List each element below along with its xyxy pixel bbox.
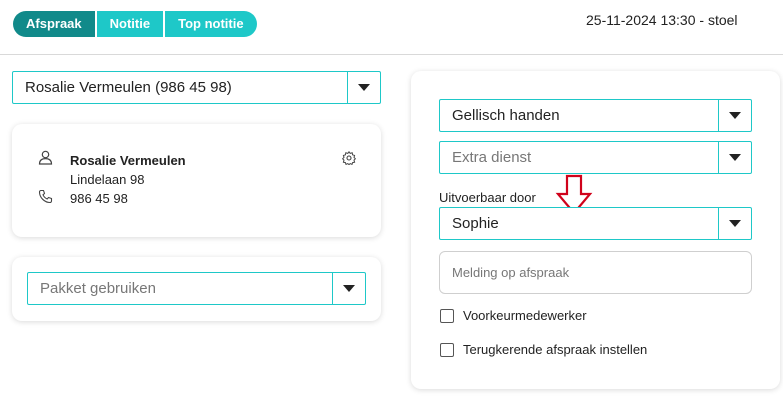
client-street: Lindelaan 98: [70, 172, 145, 187]
preferred-employee-label: Voorkeurmedewerker: [463, 308, 587, 323]
appointment-datetime: 25-11-2024 13:30 - stoel: [586, 12, 738, 28]
chevron-down-icon: [729, 154, 741, 161]
client-name: Rosalie Vermeulen: [70, 153, 186, 168]
preferred-employee-checkbox[interactable]: [440, 309, 454, 323]
tab-afspraak[interactable]: Afspraak: [13, 11, 95, 37]
client-select[interactable]: Rosalie Vermeulen (986 45 98): [12, 71, 381, 104]
client-select-toggle[interactable]: [348, 72, 380, 103]
package-select-placeholder: Pakket gebruiken: [40, 280, 156, 297]
gear-icon[interactable]: [342, 151, 356, 165]
package-select[interactable]: Pakket gebruiken: [27, 272, 366, 305]
tab-top-notitie[interactable]: Top notitie: [165, 11, 257, 37]
header-bar: Afspraak Notitie Top notitie 25-11-2024 …: [0, 0, 783, 55]
performed-by-label: Uitvoerbaar door: [439, 190, 536, 205]
recurring-appointment-label: Terugkerende afspraak instellen: [463, 342, 648, 357]
chevron-down-icon: [358, 84, 370, 91]
chevron-down-icon: [729, 112, 741, 119]
client-card: [12, 124, 381, 237]
performed-by-value: Sophie: [452, 215, 499, 232]
performed-by-toggle[interactable]: [719, 208, 751, 239]
package-select-toggle[interactable]: [333, 273, 365, 304]
message-input[interactable]: Melding op afspraak: [439, 251, 752, 294]
person-icon: [38, 150, 53, 165]
client-phone: 986 45 98: [70, 191, 128, 206]
extra-service-placeholder: Extra dienst: [452, 149, 532, 166]
extra-service-select[interactable]: Extra dienst: [439, 141, 752, 174]
extra-service-toggle[interactable]: [719, 142, 751, 173]
phone-icon: [38, 189, 53, 204]
service-select[interactable]: Gellisch handen: [439, 99, 752, 132]
tab-group: Afspraak Notitie Top notitie: [13, 11, 257, 37]
recurring-appointment-checkbox[interactable]: [440, 343, 454, 357]
service-select-toggle[interactable]: [719, 100, 751, 131]
message-input-placeholder: Melding op afspraak: [452, 265, 570, 280]
chevron-down-icon: [729, 220, 741, 227]
performed-by-select[interactable]: Sophie: [439, 207, 752, 240]
client-select-value: Rosalie Vermeulen (986 45 98): [25, 79, 232, 96]
tab-notitie[interactable]: Notitie: [96, 11, 164, 37]
chevron-down-icon: [343, 285, 355, 292]
service-select-value: Gellisch handen: [452, 107, 560, 124]
